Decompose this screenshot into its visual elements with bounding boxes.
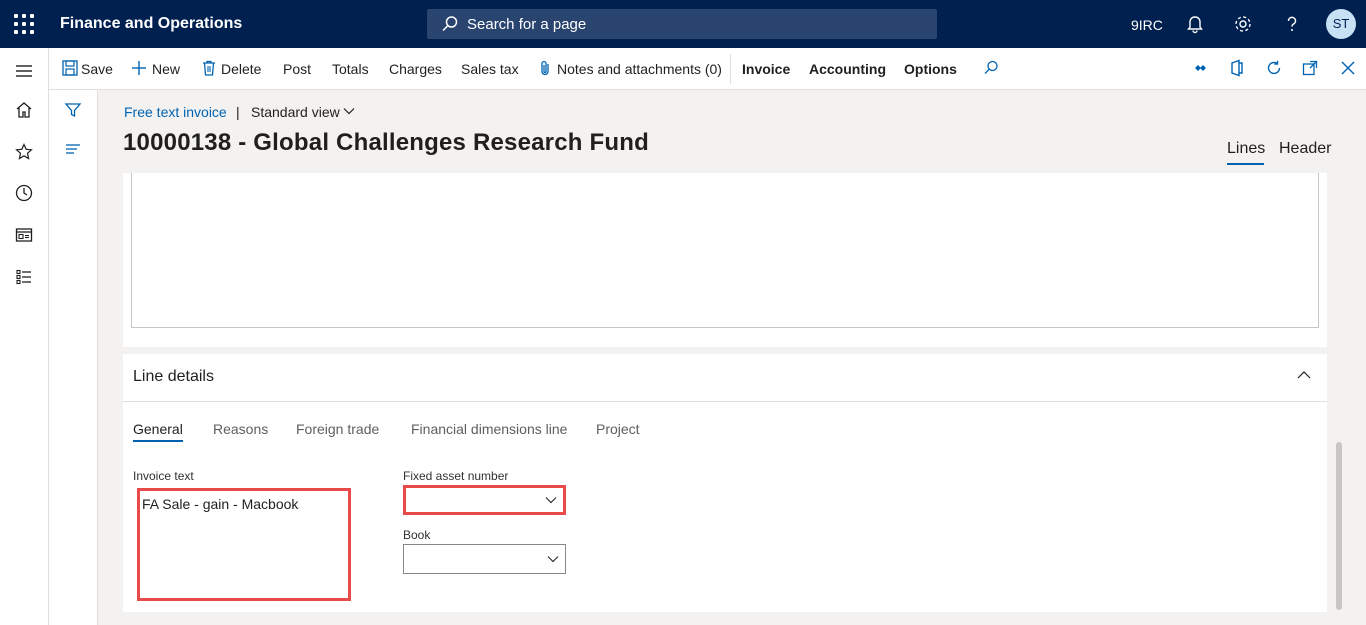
fixed-asset-number-label: Fixed asset number	[403, 469, 509, 483]
invoice-text-label: Invoice text	[133, 469, 194, 483]
lines-grid-card	[123, 173, 1327, 347]
charges-button[interactable]: Charges	[389, 61, 442, 77]
active-tab-indicator	[133, 440, 183, 442]
active-tab-indicator	[1227, 163, 1264, 165]
refresh-icon[interactable]	[1265, 59, 1283, 77]
tab-lines[interactable]: Lines	[1227, 140, 1265, 158]
top-nav-bar: Finance and Operations Search for a page…	[0, 0, 1366, 48]
book-label: Book	[403, 528, 431, 542]
app-launcher-icon[interactable]	[14, 14, 34, 34]
filter-pane	[49, 90, 98, 625]
divider	[730, 54, 731, 84]
home-icon[interactable]	[14, 100, 34, 120]
company-picker[interactable]: 9IRC	[1131, 17, 1163, 33]
sales-tax-button[interactable]: Sales tax	[461, 61, 519, 77]
chevron-up-icon[interactable]	[1297, 370, 1311, 380]
chevron-down-icon[interactable]	[545, 496, 557, 504]
tab-options[interactable]: Options	[904, 61, 957, 77]
left-nav	[0, 48, 49, 625]
vertical-scrollbar[interactable]	[1336, 442, 1342, 610]
search-icon	[442, 16, 458, 32]
avatar[interactable]: ST	[1326, 9, 1356, 39]
tab-invoice[interactable]: Invoice	[742, 61, 790, 77]
workspaces-icon[interactable]	[14, 225, 34, 245]
bell-icon[interactable]	[1185, 14, 1205, 34]
paperclip-icon	[541, 60, 549, 76]
power-apps-icon[interactable]	[1191, 59, 1209, 77]
action-pane: Save New Delete Post Totals Charges Sale…	[49, 48, 1366, 90]
office-icon[interactable]	[1228, 59, 1246, 77]
view-selector[interactable]: Standard view	[251, 104, 340, 120]
star-icon[interactable]	[14, 142, 34, 162]
help-icon[interactable]	[1282, 14, 1302, 34]
clock-icon[interactable]	[14, 183, 34, 203]
invoice-text-field[interactable]: FA Sale - gain - Macbook	[137, 488, 351, 601]
divider	[123, 401, 1327, 402]
hamburger-icon[interactable]	[14, 61, 34, 81]
tab-general[interactable]: General	[133, 421, 183, 437]
new-button[interactable]: New	[152, 61, 180, 77]
book-dropdown[interactable]	[403, 544, 566, 574]
page-title: 10000138 - Global Challenges Research Fu…	[123, 129, 649, 156]
tab-header[interactable]: Header	[1279, 140, 1331, 158]
related-info-icon[interactable]	[64, 140, 82, 158]
save-icon	[62, 60, 78, 76]
search-placeholder: Search for a page	[467, 16, 587, 33]
lines-grid[interactable]	[131, 173, 1319, 328]
save-button[interactable]: Save	[81, 61, 113, 77]
chevron-down-icon[interactable]	[547, 555, 559, 563]
gear-icon[interactable]	[1233, 14, 1253, 34]
breadcrumb-separator: |	[236, 104, 240, 120]
chevron-down-icon[interactable]	[343, 106, 355, 116]
close-icon[interactable]	[1339, 59, 1357, 77]
line-details-title[interactable]: Line details	[133, 368, 214, 386]
modules-list-icon[interactable]	[14, 267, 34, 287]
invoice-text-value: FA Sale - gain - Macbook	[142, 496, 299, 512]
search-icon[interactable]	[982, 59, 1000, 77]
totals-button[interactable]: Totals	[332, 61, 369, 77]
filter-icon[interactable]	[64, 101, 82, 119]
tab-accounting[interactable]: Accounting	[809, 61, 886, 77]
trash-icon	[203, 60, 215, 76]
breadcrumb-form-link[interactable]: Free text invoice	[124, 104, 227, 120]
open-new-window-icon[interactable]	[1301, 59, 1319, 77]
app-title[interactable]: Finance and Operations	[60, 15, 242, 33]
fixed-asset-number-dropdown[interactable]	[403, 485, 566, 515]
delete-button[interactable]: Delete	[221, 61, 261, 77]
tab-foreign-trade[interactable]: Foreign trade	[296, 421, 379, 437]
post-button[interactable]: Post	[283, 61, 311, 77]
notes-attachments-button[interactable]: Notes and attachments (0)	[557, 61, 722, 77]
search-box[interactable]: Search for a page	[427, 9, 937, 39]
tab-financial-dimensions-line[interactable]: Financial dimensions line	[411, 421, 567, 437]
plus-icon	[132, 61, 146, 75]
line-details-fasttab: Line details General Reasons Foreign tra…	[123, 354, 1327, 612]
tab-project[interactable]: Project	[596, 421, 640, 437]
tab-reasons[interactable]: Reasons	[213, 421, 268, 437]
